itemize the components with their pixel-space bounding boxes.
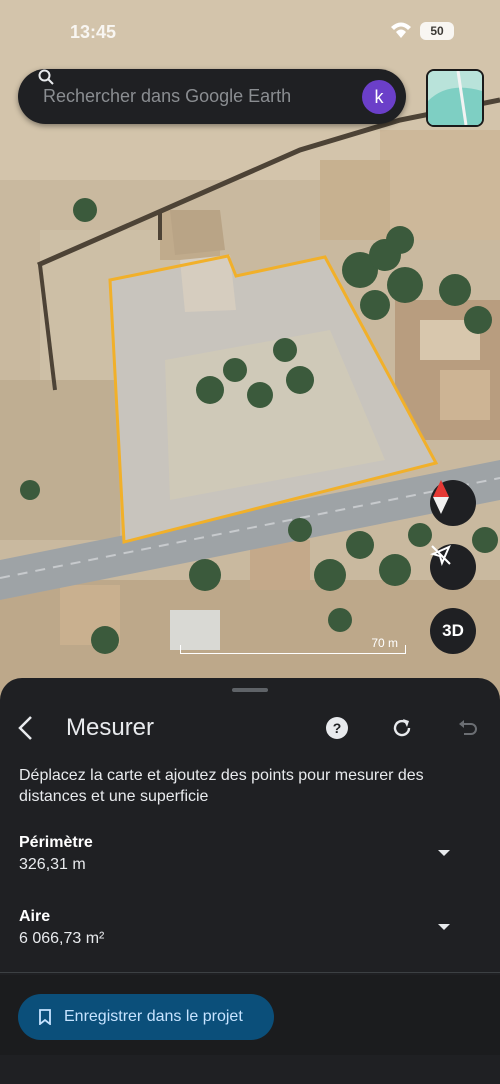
search-icon xyxy=(38,69,54,85)
status-time: 13:45 xyxy=(70,22,117,42)
status-bar: 13:45 50 xyxy=(0,22,500,46)
my-location-button[interactable] xyxy=(430,544,476,590)
location-off-icon xyxy=(430,545,451,566)
help-icon[interactable]: ? xyxy=(325,716,349,740)
area-dropdown-caret-icon[interactable] xyxy=(438,924,450,930)
compass-icon xyxy=(433,480,449,514)
perimeter-value: 326,31 m xyxy=(19,856,86,873)
divider xyxy=(0,972,500,973)
drag-handle[interactable] xyxy=(232,688,268,692)
area-value: 6 066,73 m² xyxy=(19,930,105,947)
scale-line xyxy=(180,645,406,654)
compass-button[interactable] xyxy=(430,480,476,526)
area-label: Aire xyxy=(19,908,51,925)
layers-thumbnail[interactable] xyxy=(426,69,484,127)
panel-title: Mesurer xyxy=(66,714,155,741)
bookmark-icon xyxy=(39,1009,51,1025)
measure-panel: Mesurer ? Déplacez la carte et ajoutez d… xyxy=(0,678,500,1084)
panel-footer: Enregistrer dans le projet xyxy=(0,975,500,1055)
undo-icon[interactable] xyxy=(455,716,479,740)
reset-icon[interactable] xyxy=(390,716,414,740)
perimeter-label: Périmètre xyxy=(19,834,93,851)
3d-button[interactable]: 3D xyxy=(430,608,476,654)
satellite-map[interactable]: 13:45 50 Rechercher dans Google Earth k … xyxy=(0,0,500,700)
measure-instructions: Déplacez la carte et ajoutez des points … xyxy=(19,767,424,805)
save-button-label: Enregistrer dans le projet xyxy=(64,1008,243,1025)
perimeter-dropdown-caret-icon[interactable] xyxy=(438,850,450,856)
save-to-project-button[interactable]: Enregistrer dans le projet xyxy=(18,994,274,1040)
scale-bar: 70 m xyxy=(180,636,406,656)
search-bar[interactable]: Rechercher dans Google Earth k xyxy=(18,69,406,124)
svg-text:?: ? xyxy=(333,720,342,736)
back-icon[interactable] xyxy=(14,714,38,742)
search-input[interactable]: Rechercher dans Google Earth xyxy=(43,86,362,107)
avatar[interactable]: k xyxy=(362,79,396,114)
battery-indicator: 50 xyxy=(420,22,454,40)
